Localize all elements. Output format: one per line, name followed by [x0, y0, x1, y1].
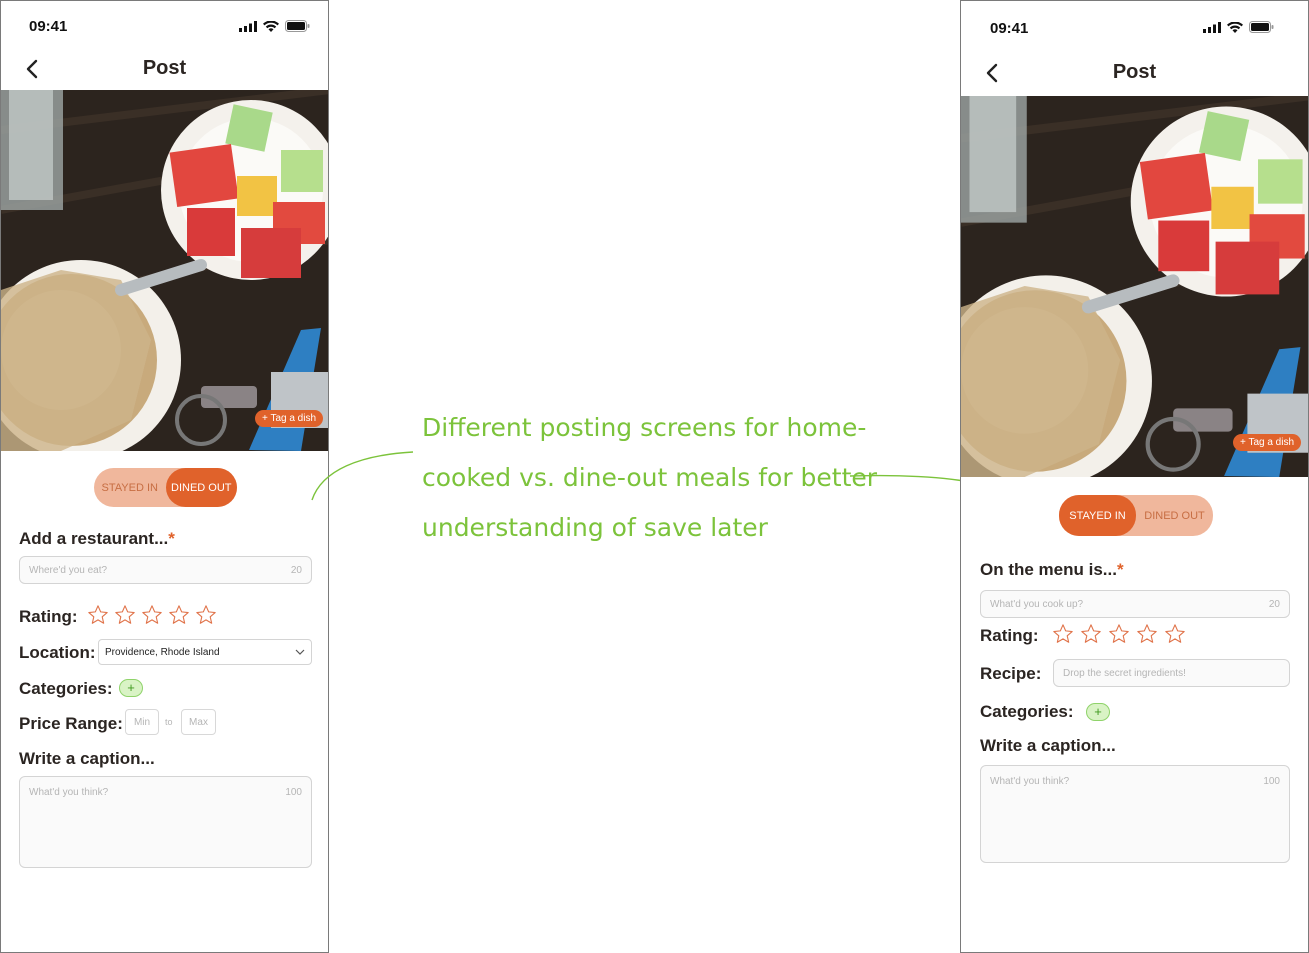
restaurant-label: Add a restaurant...* — [19, 529, 175, 549]
caption-label: Write a caption... — [19, 749, 155, 768]
signal-icon — [1203, 22, 1221, 33]
star-icon[interactable] — [168, 604, 190, 626]
price-min-input[interactable]: Min — [125, 709, 159, 735]
menu-placeholder: What'd you cook up? — [990, 598, 1084, 610]
battery-icon — [1249, 21, 1274, 33]
add-category-button[interactable]: + — [1086, 703, 1110, 721]
meal-type-toggle: STAYED IN DINED OUT — [94, 468, 237, 507]
dined-out-screen: 09:41 Post + Tag a dish STAYED IN DINED … — [0, 0, 329, 953]
categories-label: Categories: — [19, 679, 113, 698]
caption-label: Write a caption... — [980, 736, 1116, 755]
price-range-label: Price Range: — [19, 714, 123, 733]
recipe-label: Recipe: — [980, 664, 1042, 683]
rating-label: Rating: — [19, 607, 78, 626]
restaurant-label-text: Add a restaurant... — [19, 529, 169, 548]
page-title: Post — [142, 57, 187, 79]
nav-bar: Post — [1, 49, 328, 89]
location-value: Providence, Rhode Island — [105, 646, 220, 658]
star-icon[interactable] — [87, 604, 109, 626]
categories-label: Categories: — [980, 702, 1074, 721]
recipe-input[interactable]: Drop the secret ingredients! — [1053, 659, 1290, 687]
wifi-icon — [1227, 22, 1243, 33]
stayed-in-option[interactable]: STAYED IN — [1059, 495, 1136, 536]
star-icon[interactable] — [1136, 623, 1158, 645]
stayed-in-screen: 09:41 Post + Tag a dish STAYED IN DINED … — [960, 0, 1309, 953]
annotation-line-1: Different posting screens for home- — [422, 413, 867, 442]
status-time: 09:41 — [990, 20, 1029, 37]
page-title: Post — [1112, 61, 1157, 83]
stayed-in-option[interactable]: STAYED IN — [94, 468, 166, 507]
wifi-icon — [263, 21, 279, 32]
food-photo — [961, 96, 1308, 477]
caption-placeholder: What'd you think? — [990, 776, 1070, 787]
menu-char-count: 20 — [1268, 598, 1280, 610]
star-icon[interactable] — [114, 604, 136, 626]
nav-bar: Post — [961, 53, 1308, 93]
restaurant-placeholder: Where'd you eat? — [29, 564, 108, 576]
rating-label: Rating: — [980, 626, 1039, 645]
caption-textarea[interactable]: What'd you think? 100 — [980, 765, 1290, 863]
oatmeal-fruit-image — [1, 90, 328, 451]
caption-textarea[interactable]: What'd you think? 100 — [19, 776, 312, 868]
status-time: 09:41 — [29, 18, 68, 35]
annotation-note: Different posting screens for home- cook… — [422, 403, 892, 553]
location-select[interactable]: Providence, Rhode Island — [98, 639, 312, 665]
star-icon[interactable] — [1080, 623, 1102, 645]
annotation-line-3: understanding of save later — [422, 513, 768, 542]
menu-label-text: On the menu is... — [980, 560, 1117, 579]
dined-out-option[interactable]: DINED OUT — [165, 468, 237, 507]
tag-dish-button[interactable]: + Tag a dish — [255, 410, 324, 427]
price-to-text: to — [165, 717, 173, 727]
oatmeal-fruit-image — [961, 96, 1308, 477]
annotation-line-2: cooked vs. dine-out meals for better — [422, 463, 878, 492]
price-max-input[interactable]: Max — [181, 709, 216, 735]
caption-char-count: 100 — [1263, 776, 1280, 787]
battery-icon — [285, 20, 310, 32]
star-icon[interactable] — [1108, 623, 1130, 645]
tag-dish-button[interactable]: + Tag a dish — [1233, 434, 1302, 451]
star-icon[interactable] — [195, 604, 217, 626]
location-label: Location: — [19, 643, 96, 662]
add-category-button[interactable]: + — [119, 679, 143, 697]
star-icon[interactable] — [1164, 623, 1186, 645]
caption-char-count: 100 — [285, 787, 302, 798]
status-bar: 09:41 — [961, 1, 1308, 41]
star-icon[interactable] — [141, 604, 163, 626]
restaurant-char-count: 20 — [290, 564, 302, 576]
signal-icon — [239, 21, 257, 32]
dined-out-option[interactable]: DINED OUT — [1136, 495, 1213, 536]
meal-type-toggle: STAYED IN DINED OUT — [1059, 495, 1213, 536]
rating-stars — [1052, 623, 1186, 645]
required-mark: * — [168, 529, 175, 548]
rating-stars — [87, 604, 217, 626]
menu-input[interactable]: What'd you cook up? 20 — [980, 590, 1290, 618]
recipe-placeholder: Drop the secret ingredients! — [1063, 667, 1186, 679]
food-photo — [1, 90, 328, 451]
caption-placeholder: What'd you think? — [29, 787, 109, 798]
restaurant-input[interactable]: Where'd you eat? 20 — [19, 556, 312, 584]
star-icon[interactable] — [1052, 623, 1074, 645]
status-bar: 09:41 — [1, 1, 328, 41]
system-icons — [239, 20, 310, 32]
system-icons — [1203, 21, 1274, 33]
chevron-down-icon — [295, 649, 305, 655]
menu-label: On the menu is...* — [980, 560, 1124, 580]
required-mark: * — [1116, 560, 1124, 579]
